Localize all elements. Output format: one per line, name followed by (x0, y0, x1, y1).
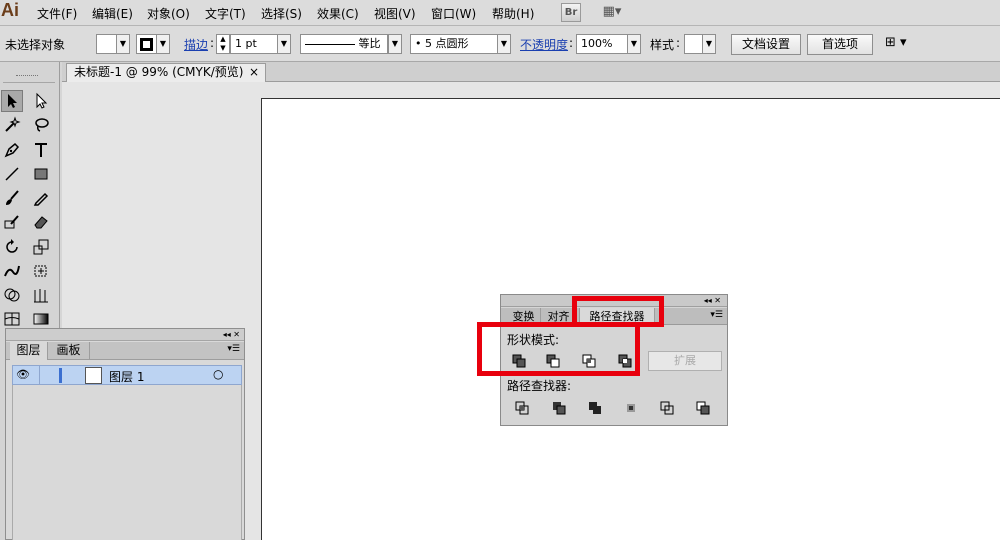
layers-panel-tabs: 图层 画板 ▾☰ (6, 342, 244, 360)
layers-panel: ◂◂ ✕ 图层 画板 ▾☰ 👁 图层 1 ○ (5, 328, 245, 540)
selection-tool-icon[interactable] (1, 90, 23, 112)
document-tab-strip: 未标题-1 @ 99% (CMYK/预览) × (62, 62, 1000, 82)
selection-status: 未选择对象 (5, 38, 66, 52)
stroke-profile-dropdown[interactable]: ▼ (388, 34, 402, 54)
opacity-dropdown[interactable]: ▼ (627, 34, 641, 54)
minus-back-icon[interactable] (695, 400, 711, 416)
gradient-tool-icon[interactable] (30, 308, 52, 330)
mesh-tool-icon[interactable] (1, 308, 23, 330)
style-swatch[interactable] (684, 34, 703, 54)
pencil-tool-icon[interactable] (30, 187, 52, 209)
arrange-documents-button[interactable]: ▦▾ (598, 3, 626, 22)
scale-tool-icon[interactable] (30, 236, 52, 258)
control-bar: 未选择对象 ▼ ▼ 描边 : ▲ ▼ 1 pt ▼ 等比 ▼ • 5 点圆形 ▼ … (0, 26, 1000, 62)
eraser-tool-icon[interactable] (30, 211, 52, 233)
menu-file[interactable]: 文件(F) (37, 5, 77, 22)
trim-icon[interactable] (551, 400, 567, 416)
outline-icon[interactable] (659, 400, 675, 416)
stroke-profile-select[interactable]: 等比 (300, 34, 388, 54)
fill-dropdown[interactable]: ▼ (116, 34, 130, 54)
brush-dropdown[interactable]: ▼ (497, 34, 511, 54)
menu-type[interactable]: 文字(T) (205, 5, 246, 22)
lasso-tool-icon[interactable] (30, 114, 52, 136)
layer-name[interactable]: 图层 1 (109, 368, 144, 385)
tab-artboards[interactable]: 画板 (48, 342, 90, 360)
stroke-swatch[interactable] (136, 34, 157, 54)
stroke-profile-value: 等比 (358, 37, 381, 50)
stroke-icon (140, 38, 153, 51)
fill-swatch[interactable] (96, 34, 117, 54)
blob-brush-tool-icon[interactable] (1, 211, 23, 233)
crop-icon[interactable] (623, 400, 639, 416)
app-logo: Ai (1, 0, 19, 20)
pathfinders-label: 路径查找器: (507, 379, 572, 393)
stroke-line-icon (305, 43, 355, 45)
bridge-button[interactable]: Br (561, 3, 581, 22)
direct-selection-tool-icon[interactable] (30, 90, 52, 112)
document-tab-title: 未标题-1 @ 99% (CMYK/预览) (74, 65, 244, 79)
stroke-dropdown[interactable]: ▼ (156, 34, 170, 54)
stroke-weight-input[interactable]: 1 pt (230, 34, 278, 54)
menu-window[interactable]: 窗口(W) (431, 5, 476, 22)
magic-wand-tool-icon[interactable] (1, 114, 23, 136)
merge-icon[interactable] (587, 400, 603, 416)
menu-bar: Ai 文件(F) 编辑(E) 对象(O) 文字(T) 选择(S) 效果(C) 视… (0, 0, 1000, 26)
style-dropdown[interactable]: ▼ (702, 34, 716, 54)
style-label: 样式 (650, 38, 675, 52)
brush-dot-icon: • (415, 37, 422, 50)
menu-object[interactable]: 对象(O) (147, 5, 190, 22)
layers-list (12, 385, 242, 540)
menu-effect[interactable]: 效果(C) (317, 5, 359, 22)
rectangle-tool-icon[interactable] (30, 163, 52, 185)
panel-menu-icon[interactable]: ▾☰ (227, 344, 240, 354)
opacity-input[interactable]: 100% (576, 34, 628, 54)
target-circle-icon[interactable]: ○ (213, 367, 223, 381)
opacity-label[interactable]: 不透明度 (520, 36, 568, 53)
panel-grip[interactable] (16, 75, 38, 77)
pen-tool-icon[interactable] (1, 139, 23, 161)
rotate-tool-icon[interactable] (1, 236, 23, 258)
expand-button[interactable]: 扩展 (648, 351, 722, 371)
line-tool-icon[interactable] (1, 163, 23, 185)
warp-tool-icon[interactable] (1, 260, 23, 282)
type-tool-icon[interactable] (30, 139, 52, 161)
brush-select[interactable]: • 5 点圆形 (410, 34, 498, 54)
tab-layers[interactable]: 图层 (10, 342, 48, 360)
perspective-grid-tool-icon[interactable] (30, 284, 52, 306)
menu-edit[interactable]: 编辑(E) (92, 5, 133, 22)
free-transform-tool-icon[interactable] (30, 260, 52, 282)
align-options-icon[interactable]: ⊞ ▾ (885, 35, 907, 50)
document-setup-button[interactable]: 文档设置 (731, 34, 801, 55)
panel-menu-icon[interactable]: ▾☰ (710, 310, 723, 320)
highlight-shape-modes (477, 322, 640, 376)
visibility-eye-icon[interactable]: 👁 (16, 368, 30, 381)
menu-select[interactable]: 选择(S) (261, 5, 302, 22)
shape-builder-tool-icon[interactable] (1, 284, 23, 306)
layer-thumbnail (85, 367, 102, 384)
preferences-button[interactable]: 首选项 (807, 34, 873, 55)
stroke-weight-stepper[interactable]: ▲ ▼ (216, 34, 230, 54)
menu-help[interactable]: 帮助(H) (492, 5, 534, 22)
brush-value: 5 点圆形 (425, 37, 469, 50)
stroke-label[interactable]: 描边 (184, 36, 208, 53)
paintbrush-tool-icon[interactable] (1, 187, 23, 209)
layers-panel-titlebar[interactable]: ◂◂ ✕ (6, 329, 244, 341)
menu-view[interactable]: 视图(V) (374, 5, 416, 22)
layer-row[interactable]: 👁 图层 1 ○ (12, 365, 242, 385)
close-icon[interactable]: × (249, 64, 259, 81)
divide-icon[interactable] (514, 400, 530, 416)
document-tab[interactable]: 未标题-1 @ 99% (CMYK/预览) × (66, 63, 266, 82)
stroke-weight-dropdown[interactable]: ▼ (277, 34, 291, 54)
layer-color-bar (59, 368, 62, 383)
